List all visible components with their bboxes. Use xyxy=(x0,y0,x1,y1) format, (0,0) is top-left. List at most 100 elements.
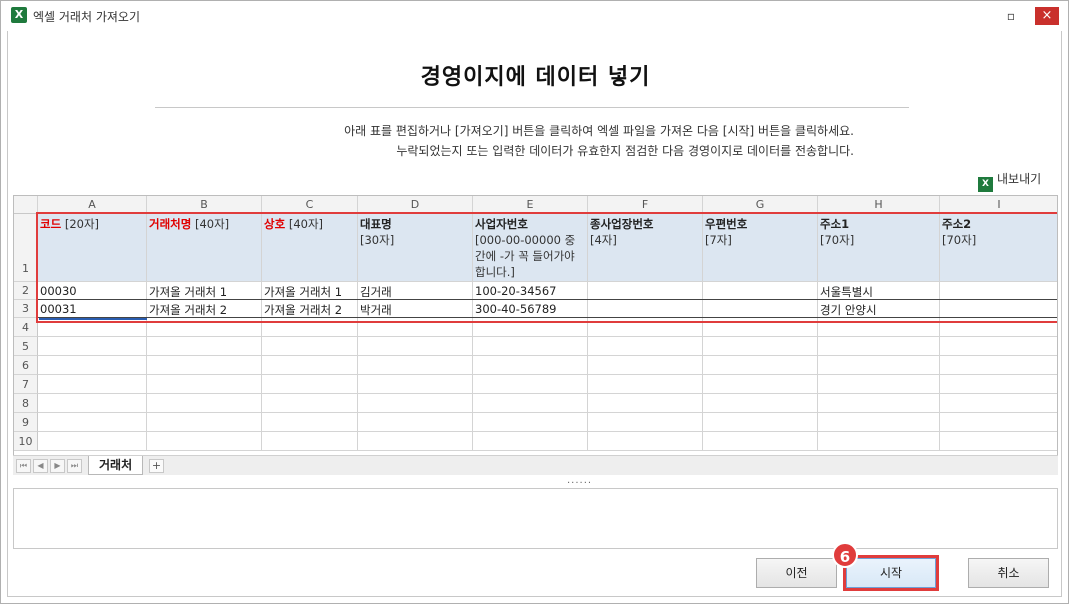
header-cell-i[interactable]: 주소2 [70자] xyxy=(940,214,1057,282)
column-header-f[interactable]: F xyxy=(588,196,703,214)
grid-cell[interactable] xyxy=(703,300,818,318)
grid-cell[interactable] xyxy=(147,318,262,337)
grid-cell[interactable] xyxy=(38,394,147,413)
grid-cell[interactable] xyxy=(940,318,1057,337)
row-header-4[interactable]: 4 xyxy=(14,318,38,337)
row-header-7[interactable]: 7 xyxy=(14,375,38,394)
grid-cell[interactable] xyxy=(358,432,473,451)
grid-cell[interactable] xyxy=(262,375,358,394)
grid-cell[interactable]: 300-40-56789 xyxy=(473,300,588,318)
grid-cell[interactable] xyxy=(473,375,588,394)
grid-cell[interactable] xyxy=(588,300,703,318)
row-header-1[interactable]: 1 xyxy=(14,214,38,282)
grid-cell[interactable] xyxy=(940,356,1057,375)
grid-cell[interactable] xyxy=(38,432,147,451)
row-header-5[interactable]: 5 xyxy=(14,337,38,356)
grid-cell[interactable] xyxy=(358,318,473,337)
grid-cell[interactable] xyxy=(703,394,818,413)
grid-cell[interactable] xyxy=(588,337,703,356)
grid-cell[interactable] xyxy=(473,413,588,432)
grid-cell[interactable] xyxy=(262,318,358,337)
grid-cell[interactable] xyxy=(147,356,262,375)
grid-cell[interactable] xyxy=(473,318,588,337)
column-header-h[interactable]: H xyxy=(818,196,940,214)
grid-cell[interactable] xyxy=(588,432,703,451)
add-sheet-button[interactable]: + xyxy=(149,459,164,473)
grid-cell[interactable]: 경기 안양시 xyxy=(818,300,940,318)
grid-cell[interactable] xyxy=(940,394,1057,413)
grid-cell[interactable] xyxy=(473,394,588,413)
grid-cell[interactable] xyxy=(38,375,147,394)
header-cell-e[interactable]: 사업자번호 [000-00-00000 중간에 -가 꼭 들어가야 합니다.] xyxy=(473,214,588,282)
grid-cell[interactable]: 서울특별시 xyxy=(818,282,940,300)
next-sheet-button[interactable]: ▶ xyxy=(50,459,65,473)
grid-cell[interactable] xyxy=(703,337,818,356)
grid-cell[interactable] xyxy=(818,375,940,394)
select-all-corner[interactable] xyxy=(14,196,38,214)
grid-cell[interactable] xyxy=(473,356,588,375)
grid-cell[interactable] xyxy=(588,318,703,337)
prev-button[interactable]: 이전 xyxy=(756,558,837,588)
grid-cell[interactable] xyxy=(262,356,358,375)
grid-cell[interactable]: 100-20-34567 xyxy=(473,282,588,300)
grid-cell[interactable] xyxy=(473,432,588,451)
grid-cell[interactable] xyxy=(358,356,473,375)
row-header-6[interactable]: 6 xyxy=(14,356,38,375)
grid-cell[interactable]: 가져올 거래처 1 xyxy=(262,282,358,300)
grid-cell[interactable] xyxy=(940,432,1057,451)
grid-cell[interactable] xyxy=(588,356,703,375)
header-cell-d[interactable]: 대표명 [30자] xyxy=(358,214,473,282)
header-cell-h[interactable]: 주소1 [70자] xyxy=(818,214,940,282)
sheet-tab-clients[interactable]: 거래처 xyxy=(88,456,144,475)
grid-cell[interactable] xyxy=(38,337,147,356)
grid-cell[interactable] xyxy=(940,300,1057,318)
grid-cell[interactable]: 가져올 거래처 1 xyxy=(147,282,262,300)
grid-cell[interactable] xyxy=(818,394,940,413)
cancel-button[interactable]: 취소 xyxy=(968,558,1049,588)
grid-cell[interactable] xyxy=(940,282,1057,300)
grid-cell[interactable] xyxy=(358,413,473,432)
maximize-button[interactable]: ▫ xyxy=(1001,7,1021,25)
grid-cell[interactable] xyxy=(588,375,703,394)
grid-cell[interactable] xyxy=(940,375,1057,394)
log-textbox[interactable] xyxy=(13,488,1058,549)
grid-cell[interactable] xyxy=(818,413,940,432)
column-header-b[interactable]: B xyxy=(147,196,262,214)
row-header-8[interactable]: 8 xyxy=(14,394,38,413)
grid-cell[interactable] xyxy=(38,356,147,375)
start-button[interactable]: 시작 xyxy=(846,558,936,588)
header-cell-c[interactable]: 상호 [40자] xyxy=(262,214,358,282)
last-sheet-button[interactable]: ⏭ xyxy=(67,459,82,473)
grid-cell[interactable] xyxy=(262,432,358,451)
grid-cell[interactable] xyxy=(818,337,940,356)
prev-sheet-button[interactable]: ◀ xyxy=(33,459,48,473)
grid-cell[interactable] xyxy=(703,413,818,432)
grid-cell[interactable] xyxy=(147,432,262,451)
export-button[interactable]: X 내보내기 xyxy=(978,170,1041,192)
column-header-g[interactable]: G xyxy=(703,196,818,214)
header-cell-g[interactable]: 우편번호 [7자] xyxy=(703,214,818,282)
first-sheet-button[interactable]: ⏮ xyxy=(16,459,31,473)
grid-cell[interactable] xyxy=(818,318,940,337)
grid-cell[interactable] xyxy=(940,413,1057,432)
row-header-9[interactable]: 9 xyxy=(14,413,38,432)
grid-cell[interactable] xyxy=(588,394,703,413)
column-header-i[interactable]: I xyxy=(940,196,1057,214)
column-header-d[interactable]: D xyxy=(358,196,473,214)
header-cell-a[interactable]: 코드 [20자] xyxy=(38,214,147,282)
grid-cell[interactable] xyxy=(262,337,358,356)
grid-cell[interactable] xyxy=(38,413,147,432)
row-header-3[interactable]: 3 xyxy=(14,300,38,318)
column-header-e[interactable]: E xyxy=(473,196,588,214)
close-button[interactable]: × xyxy=(1035,7,1059,25)
column-header-a[interactable]: A xyxy=(38,196,147,214)
column-header-c[interactable]: C xyxy=(262,196,358,214)
splitter-grip[interactable]: ...... xyxy=(567,475,592,486)
grid-cell[interactable] xyxy=(262,394,358,413)
header-cell-b[interactable]: 거래처명 [40자] xyxy=(147,214,262,282)
spreadsheet-grid[interactable]: A B C D E F G H I 1 2 3 4 5 6 7 8 9 10 코드 [20자] 거래처명 [40자] 상호… xyxy=(13,195,1058,475)
grid-cell[interactable] xyxy=(703,282,818,300)
grid-cell[interactable]: 가져올 거래처 2 xyxy=(262,300,358,318)
grid-cell[interactable] xyxy=(358,375,473,394)
grid-cell[interactable] xyxy=(703,375,818,394)
